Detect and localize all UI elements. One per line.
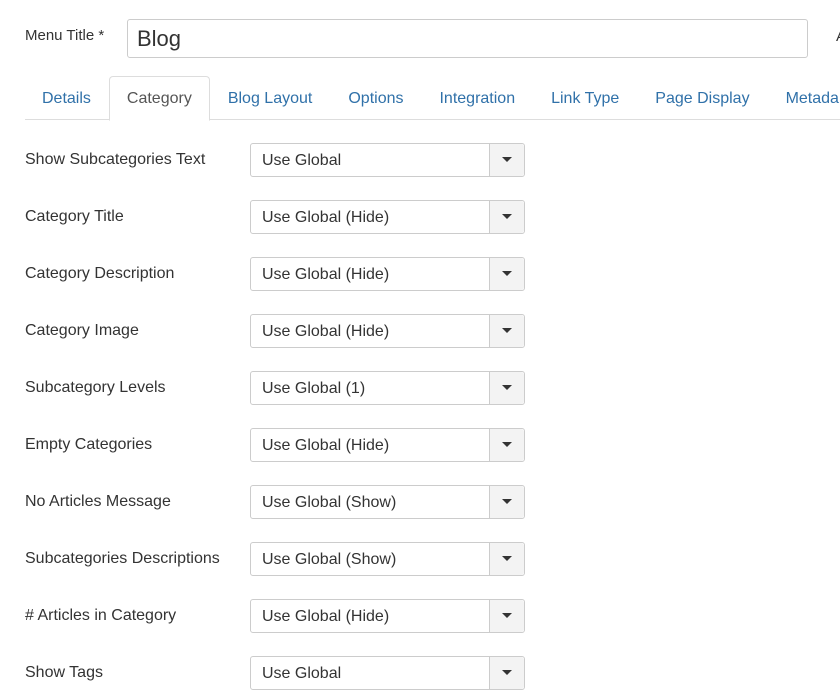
field-category-title: Category Title Use Global (Hide) [0, 200, 840, 236]
menu-title-label: Menu Title * [25, 27, 105, 44]
field-label: No Articles Message [25, 493, 171, 510]
dropdown-toggle[interactable] [489, 372, 524, 404]
field-label: Empty Categories [25, 436, 153, 453]
field-label: # Articles in Category [25, 607, 177, 624]
caret-down-icon [502, 328, 512, 333]
caret-down-icon [502, 499, 512, 504]
tab-label: Options [348, 89, 404, 107]
dropdown-toggle[interactable] [489, 201, 524, 233]
select-value: Use Global (Show) [262, 494, 397, 511]
select-subcategory-levels[interactable]: Use Global (1) [250, 371, 525, 405]
dropdown-toggle[interactable] [489, 429, 524, 461]
select-articles-in-category[interactable]: Use Global (Hide) [250, 599, 525, 633]
caret-down-icon [502, 271, 512, 276]
field-label: Category Image [25, 322, 139, 339]
tab-integration[interactable]: Integration [421, 76, 533, 120]
field-label: Category Description [25, 265, 175, 282]
field-no-articles-message: No Articles Message Use Global (Show) [0, 485, 840, 521]
select-value: Use Global [262, 152, 342, 169]
tab-blog-layout[interactable]: Blog Layout [210, 76, 331, 120]
tab-label: Page Display [655, 89, 750, 107]
select-no-articles-message[interactable]: Use Global (Show) [250, 485, 525, 519]
select-subcategories-descriptions[interactable]: Use Global (Show) [250, 542, 525, 576]
tab-details[interactable]: Details [25, 76, 109, 120]
caret-down-icon [502, 442, 512, 447]
caret-down-icon [502, 613, 512, 618]
field-label: Subcategory Levels [25, 379, 166, 396]
field-empty-categories: Empty Categories Use Global (Hide) [0, 428, 840, 464]
field-label: Category Title [25, 208, 124, 225]
select-value: Use Global (1) [262, 380, 366, 397]
select-value: Use Global (Hide) [262, 608, 390, 625]
select-value: Use Global [262, 665, 342, 682]
caret-down-icon [502, 670, 512, 675]
tab-label: Integration [439, 89, 516, 107]
tab-category[interactable]: Category [108, 76, 210, 121]
tab-page-display[interactable]: Page Display [637, 76, 767, 120]
caret-down-icon [502, 385, 512, 390]
tab-label: Blog Layout [227, 89, 313, 107]
tab-bar: Details Category Blog Layout Options Int… [25, 76, 840, 121]
field-show-tags: Show Tags Use Global [0, 656, 840, 692]
dropdown-toggle[interactable] [489, 543, 524, 575]
field-subcategory-levels: Subcategory Levels Use Global (1) [0, 371, 840, 407]
select-value: Use Global (Hide) [262, 437, 390, 454]
tab-metadata[interactable]: Metada [768, 76, 840, 120]
dropdown-toggle[interactable] [489, 600, 524, 632]
caret-down-icon [502, 214, 512, 219]
field-category-description: Category Description Use Global (Hide) [0, 257, 840, 293]
field-subcategories-descriptions: Subcategories Descriptions Use Global (S… [0, 542, 840, 578]
select-empty-categories[interactable]: Use Global (Hide) [250, 428, 525, 462]
menu-title-row: Menu Title * A [0, 0, 840, 74]
dropdown-toggle[interactable] [489, 315, 524, 347]
select-show-tags[interactable]: Use Global [250, 656, 525, 690]
menu-title-input[interactable] [127, 19, 808, 58]
field-label: Subcategories Descriptions [25, 550, 220, 567]
tab-label: Link Type [551, 89, 620, 107]
select-category-description[interactable]: Use Global (Hide) [250, 257, 525, 291]
dropdown-toggle[interactable] [489, 258, 524, 290]
select-value: Use Global (Hide) [262, 266, 390, 283]
dropdown-toggle[interactable] [489, 486, 524, 518]
field-label: Show Tags [25, 664, 103, 681]
menu-title-overflow-label: A [836, 28, 840, 45]
tab-label: Metada [785, 89, 839, 107]
select-category-title[interactable]: Use Global (Hide) [250, 200, 525, 234]
tab-label: Category [126, 89, 192, 107]
caret-down-icon [502, 556, 512, 561]
tab-options[interactable]: Options [330, 76, 421, 120]
select-value: Use Global (Hide) [262, 323, 390, 340]
tab-link-type[interactable]: Link Type [533, 76, 637, 120]
caret-down-icon [502, 157, 512, 162]
field-category-image: Category Image Use Global (Hide) [0, 314, 840, 350]
dropdown-toggle[interactable] [489, 657, 524, 689]
field-articles-in-category: # Articles in Category Use Global (Hide) [0, 599, 840, 635]
field-label: Show Subcategories Text [25, 151, 206, 168]
select-category-image[interactable]: Use Global (Hide) [250, 314, 525, 348]
select-show-subcategories-text[interactable]: Use Global [250, 143, 525, 177]
select-value: Use Global (Hide) [262, 209, 390, 226]
select-value: Use Global (Show) [262, 551, 397, 568]
field-show-subcategories-text: Show Subcategories Text Use Global [0, 143, 840, 179]
tab-label: Details [42, 89, 91, 107]
dropdown-toggle[interactable] [489, 144, 524, 176]
